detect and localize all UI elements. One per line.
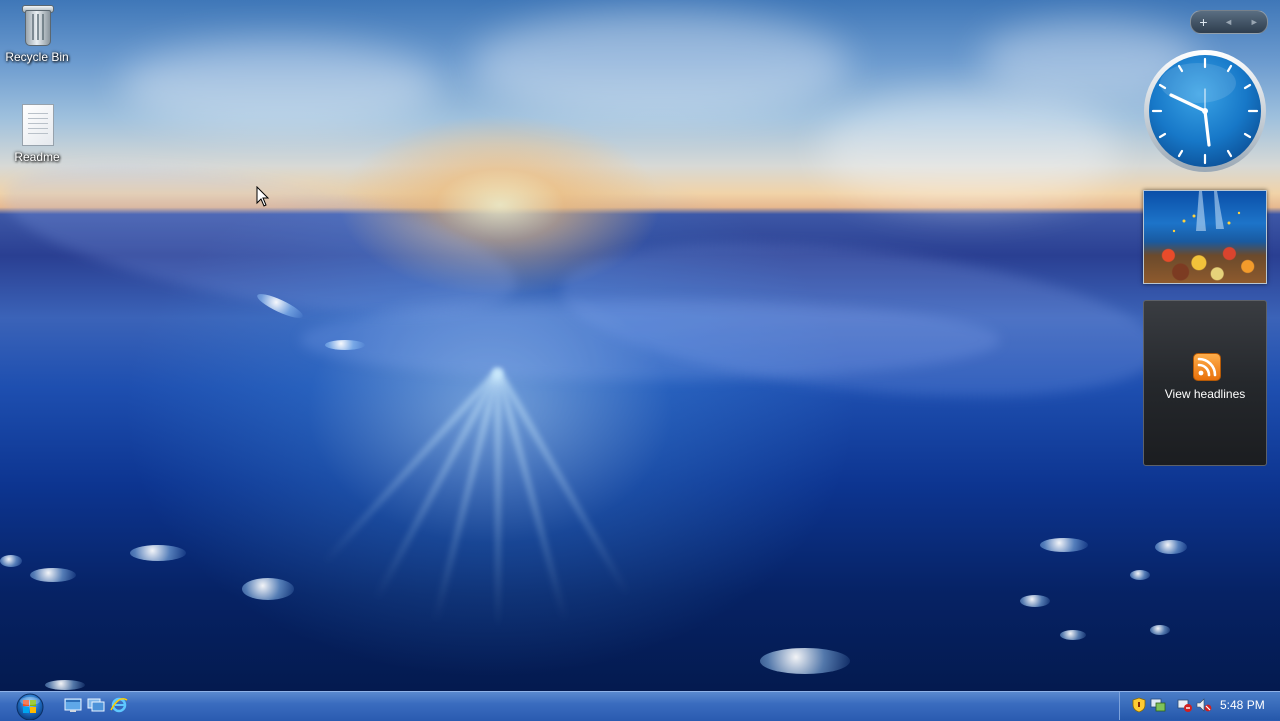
bubble — [130, 545, 186, 561]
view-headlines-link[interactable]: View headlines — [1144, 387, 1266, 401]
internet-explorer-icon[interactable] — [110, 697, 128, 713]
security-shield-icon[interactable] — [1131, 697, 1147, 713]
mouse-pointer-icon — [256, 186, 270, 207]
bubble — [30, 568, 76, 582]
readme-file-shortcut[interactable]: Readme — [0, 102, 74, 164]
bubble — [1155, 540, 1187, 554]
text-document-icon — [17, 102, 57, 148]
gadget-toolbar: + ◄ ► — [1190, 10, 1268, 34]
wave — [300, 300, 1000, 380]
slideshow-gadget[interactable] — [1143, 190, 1267, 284]
cloud — [820, 90, 1120, 210]
rss-feed-icon — [1193, 353, 1221, 381]
bubble — [1150, 625, 1170, 635]
start-button[interactable] — [8, 693, 50, 720]
light-ray — [495, 369, 569, 622]
desktop-icon-label: Readme — [14, 150, 60, 164]
bubble — [1020, 595, 1050, 607]
bubble — [760, 648, 850, 674]
feed-headlines-gadget[interactable]: View headlines — [1143, 300, 1267, 466]
desktop-icon-label: Recycle Bin — [5, 50, 69, 64]
bubble — [45, 680, 85, 690]
recycle-bin-shortcut[interactable]: Recycle Bin — [0, 2, 74, 64]
volume-icon[interactable] — [1196, 697, 1212, 713]
recycle-bin-icon — [17, 2, 57, 48]
light-ray — [495, 370, 501, 630]
light-ray — [495, 368, 631, 597]
show-desktop-icon[interactable] — [64, 697, 82, 713]
bubble — [325, 340, 365, 350]
bubble — [242, 578, 294, 600]
network-status-icon[interactable] — [1150, 697, 1166, 713]
previous-page-button[interactable]: ◄ — [1224, 17, 1233, 27]
flag-icon[interactable] — [1177, 697, 1193, 713]
taskbar — [0, 691, 1280, 721]
clock-gadget[interactable] — [1143, 49, 1267, 173]
bubble — [1130, 570, 1150, 580]
bubble — [1040, 538, 1088, 552]
next-page-button[interactable]: ► — [1250, 17, 1259, 27]
coral-reef-photo — [1172, 191, 1241, 233]
cloud — [470, 10, 850, 120]
cloud — [120, 40, 440, 130]
switch-windows-icon[interactable] — [87, 697, 105, 713]
add-gadget-button[interactable]: + — [1199, 14, 1207, 30]
desktop-wallpaper — [0, 0, 1280, 691]
bubble — [0, 555, 22, 567]
bubble — [1060, 630, 1086, 640]
taskbar-clock[interactable]: 5:48 PM — [1220, 698, 1265, 712]
